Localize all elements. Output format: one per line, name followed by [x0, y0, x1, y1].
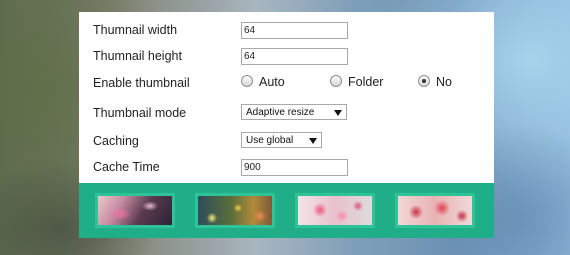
row-caching: Caching Use global: [79, 132, 494, 152]
radio-no-label[interactable]: No: [436, 75, 452, 89]
enable-thumbnail-label: Enable thumbnail: [93, 76, 190, 90]
thumbnail-width-label: Thumnail width: [93, 23, 178, 37]
thumbnail-3[interactable]: [295, 193, 375, 228]
cache-time-label: Cache Time: [93, 160, 160, 174]
row-enable-thumbnail: Enable thumbnail Auto Folder No: [79, 74, 494, 94]
thumbnail-4[interactable]: [395, 193, 475, 228]
radio-no[interactable]: [418, 75, 430, 87]
thumbnail-height-label: Thumnail height: [93, 49, 182, 63]
red-blossoms-photo: [398, 196, 472, 225]
row-thumbnail-height: Thumnail height: [79, 47, 494, 67]
chevron-down-icon: [309, 138, 317, 144]
thumbnail-1[interactable]: [95, 193, 175, 228]
cache-time-input[interactable]: [241, 159, 348, 176]
radio-auto-label[interactable]: Auto: [259, 75, 285, 89]
chevron-down-icon: [334, 110, 342, 116]
thumbnail-mode-label: Thumbnail mode: [93, 106, 187, 120]
row-thumbnail-width: Thumnail width: [79, 21, 494, 41]
pink-branch-photo: [98, 196, 172, 225]
bokeh-flowers-photo: [198, 196, 272, 225]
radio-auto[interactable]: [241, 75, 253, 87]
caching-value: Use global: [246, 135, 294, 146]
thumbnail-width-input[interactable]: [241, 22, 348, 39]
settings-panel: Thumnail width Thumnail height Enable th…: [79, 12, 494, 183]
pink-roses-photo: [298, 196, 372, 225]
thumbnail-mode-select[interactable]: Adaptive resize: [241, 104, 347, 120]
thumbnail-mode-value: Adaptive resize: [246, 107, 315, 118]
radio-folder[interactable]: [330, 75, 342, 87]
thumbnail-strip: [79, 183, 494, 238]
thumbnail-height-input[interactable]: [241, 48, 348, 65]
row-thumbnail-mode: Thumbnail mode Adaptive resize: [79, 104, 494, 124]
thumbnail-2[interactable]: [195, 193, 275, 228]
caching-label: Caching: [93, 134, 139, 148]
radio-folder-label[interactable]: Folder: [348, 75, 383, 89]
caching-select[interactable]: Use global: [241, 132, 322, 148]
row-cache-time: Cache Time: [79, 158, 494, 178]
